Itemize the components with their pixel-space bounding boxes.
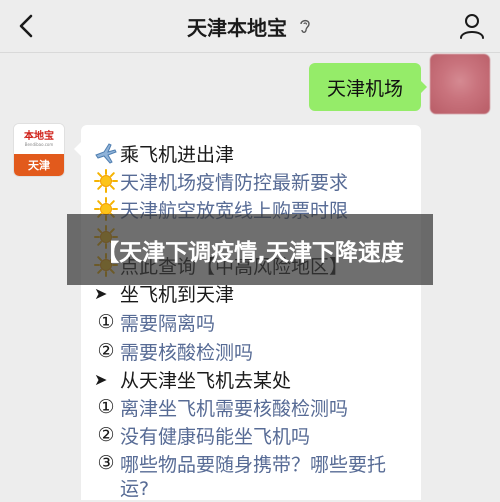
outgoing-message[interactable]: 天津机场 xyxy=(309,63,421,111)
message-line-text: 离津坐飞机需要核酸检测吗 xyxy=(120,397,349,420)
sun-icon xyxy=(94,169,118,193)
message-line-text: 运? xyxy=(120,477,150,500)
message-line-text: 需要隔离吗 xyxy=(120,312,216,335)
article-link[interactable]: 运? xyxy=(94,472,424,502)
account-city-label: 天津 xyxy=(14,154,64,176)
incoming-bubble-tail xyxy=(74,142,81,156)
article-link[interactable]: 天津机场疫情防控最新要求 xyxy=(94,166,424,196)
article-link[interactable]: ② 需要核酸检测吗 xyxy=(94,336,424,366)
title-bar: 天津本地宝 xyxy=(0,0,500,53)
article-link[interactable]: ② 没有健康码能坐飞机吗 xyxy=(94,420,424,450)
outgoing-bubble-tail xyxy=(420,80,427,94)
message-line-text: 没有健康码能坐飞机吗 xyxy=(120,425,311,448)
arrow-bullet-icon: ➤ xyxy=(94,283,108,303)
headline-text: 【天津下调疫情,天津下降速度 xyxy=(96,239,404,266)
number-bullet: ① xyxy=(97,311,115,333)
number-bullet: ① xyxy=(97,396,115,418)
message-line-text: 乘飞机进出津 xyxy=(120,143,235,166)
message-line-text: 需要核酸检测吗 xyxy=(120,341,254,364)
title-group: 天津本地宝 xyxy=(0,0,500,52)
account-logo: 本地宝 Bendibao.com xyxy=(14,124,64,154)
arrow-bullet-icon: ➤ xyxy=(94,369,108,389)
message-line-text: 天津机场疫情防控最新要求 xyxy=(120,171,349,194)
number-bullet: ② xyxy=(97,424,115,446)
section-heading: ➤ 从天津坐飞机去某处 xyxy=(94,364,424,394)
account-logo-text: 本地宝 xyxy=(24,130,54,142)
profile-icon[interactable] xyxy=(458,12,486,40)
headline-banner: 【天津下调疫情,天津下降速度 xyxy=(67,214,433,285)
message-line-text: 从天津坐飞机去某处 xyxy=(120,369,292,392)
section-heading: 乘飞机进出津 xyxy=(94,138,424,168)
article-link[interactable]: ① 需要隔离吗 xyxy=(94,307,424,337)
article-link[interactable]: ① 离津坐飞机需要核酸检测吗 xyxy=(94,392,424,422)
account-logo-sub: Bendibao.com xyxy=(24,141,54,147)
self-avatar[interactable] xyxy=(430,54,490,114)
number-bullet: ③ xyxy=(97,452,115,474)
plane-icon xyxy=(95,143,117,164)
outgoing-message-text: 天津机场 xyxy=(326,77,403,100)
account-avatar[interactable]: 本地宝 Bendibao.com 天津 xyxy=(14,124,64,176)
chat-title: 天津本地宝 xyxy=(187,15,287,40)
number-bullet: ② xyxy=(97,340,115,362)
ear-icon xyxy=(300,19,310,33)
